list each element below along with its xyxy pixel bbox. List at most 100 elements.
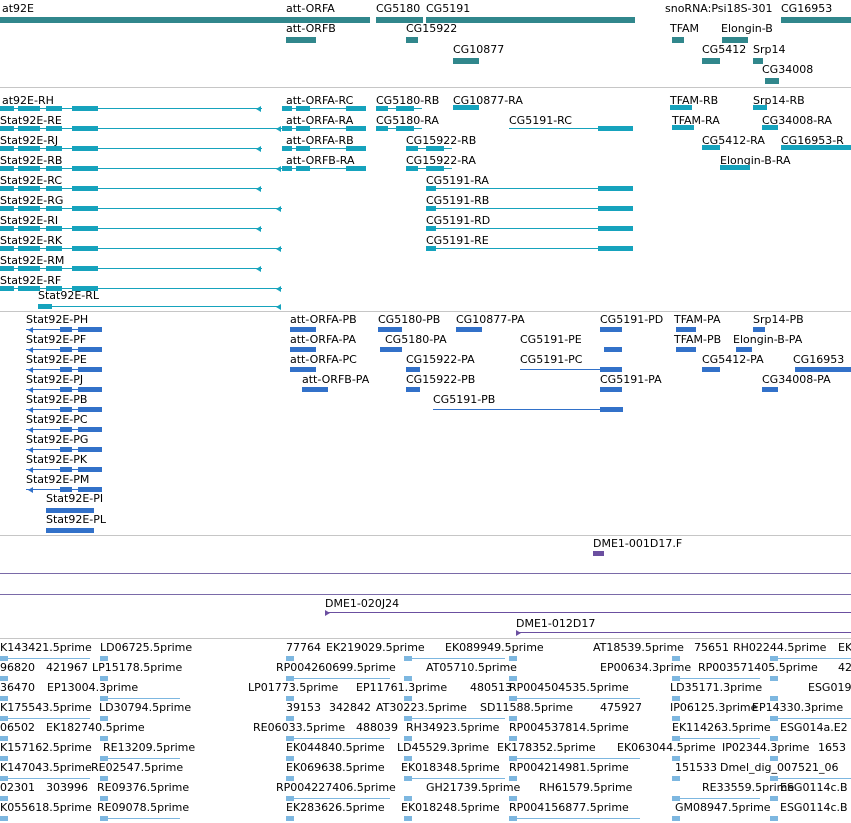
- feature-box[interactable]: [426, 246, 436, 251]
- feature-box[interactable]: [0, 126, 14, 131]
- est-feature[interactable]: [286, 816, 294, 821]
- feature-box[interactable]: [676, 347, 696, 352]
- est-feature[interactable]: [404, 816, 412, 821]
- feature-box[interactable]: [406, 367, 420, 372]
- feature-box[interactable]: [46, 126, 62, 131]
- feature-box[interactable]: [78, 407, 102, 412]
- feature-box[interactable]: [676, 327, 696, 332]
- feature-box[interactable]: [795, 367, 851, 372]
- feature-box[interactable]: [781, 145, 851, 150]
- feature-box[interactable]: [46, 266, 62, 271]
- feature-box[interactable]: [72, 146, 98, 151]
- feature-box[interactable]: [302, 387, 328, 392]
- feature-box[interactable]: [78, 387, 102, 392]
- feature-box[interactable]: [346, 166, 366, 171]
- est-feature[interactable]: [100, 816, 108, 821]
- feature-box[interactable]: [296, 166, 310, 171]
- feature-box[interactable]: [72, 226, 98, 231]
- feature-box[interactable]: [702, 145, 720, 150]
- gene-feature[interactable]: [406, 37, 418, 43]
- feature-box[interactable]: [46, 146, 62, 151]
- feature-box[interactable]: [0, 166, 14, 171]
- feature-box[interactable]: [0, 146, 14, 151]
- est-feature[interactable]: [672, 776, 680, 781]
- feature-box[interactable]: [46, 106, 62, 111]
- feature-box[interactable]: [46, 226, 62, 231]
- feature-box[interactable]: [753, 327, 765, 332]
- feature-box[interactable]: [396, 126, 414, 131]
- feature-box[interactable]: [762, 387, 778, 392]
- feature-box[interactable]: [426, 166, 444, 171]
- feature-box[interactable]: [60, 367, 72, 372]
- feature-box[interactable]: [0, 286, 14, 291]
- feature-box[interactable]: [78, 327, 102, 332]
- feature-box[interactable]: [18, 246, 40, 251]
- feature-box[interactable]: [346, 146, 366, 151]
- feature-box[interactable]: [60, 407, 72, 412]
- feature-box[interactable]: [378, 327, 402, 332]
- gene-feature[interactable]: [765, 78, 779, 84]
- feature-box[interactable]: [72, 106, 98, 111]
- feature-box[interactable]: [598, 226, 633, 231]
- feature-box[interactable]: [78, 427, 102, 432]
- est-feature[interactable]: [404, 776, 412, 781]
- feature-box[interactable]: [290, 367, 316, 372]
- est-feature[interactable]: [770, 796, 778, 801]
- feature-box[interactable]: [426, 206, 436, 211]
- feature-box[interactable]: [46, 206, 62, 211]
- feature-box[interactable]: [598, 186, 633, 191]
- feature-box[interactable]: [346, 106, 366, 111]
- feature-box[interactable]: [72, 246, 98, 251]
- feature-box[interactable]: [282, 126, 292, 131]
- feature-box[interactable]: [0, 206, 14, 211]
- feature-box[interactable]: [18, 206, 40, 211]
- feature-box[interactable]: [426, 146, 444, 151]
- feature-box[interactable]: [46, 246, 62, 251]
- gene-feature[interactable]: [672, 37, 684, 43]
- feature-box[interactable]: [0, 186, 14, 191]
- feature-box[interactable]: [72, 126, 98, 131]
- feature-box[interactable]: [18, 226, 40, 231]
- feature-box[interactable]: [18, 146, 40, 151]
- feature-box[interactable]: [46, 186, 62, 191]
- feature-box[interactable]: [346, 126, 366, 131]
- feature-box[interactable]: [282, 146, 292, 151]
- gene-feature[interactable]: [453, 58, 479, 64]
- genome-browser-viewport[interactable]: at92E att-ORFA att-ORFB CG5180 CG5191 CG15922…: [0, 0, 851, 823]
- est-feature[interactable]: [770, 716, 778, 721]
- feature-box[interactable]: [598, 206, 633, 211]
- feature-box[interactable]: [380, 347, 402, 352]
- feature-box[interactable]: [406, 166, 418, 171]
- feature-box[interactable]: [0, 106, 14, 111]
- gene-feature[interactable]: [0, 17, 283, 23]
- feature-box[interactable]: [60, 447, 72, 452]
- est-feature[interactable]: [509, 816, 517, 821]
- feature-box[interactable]: [406, 146, 418, 151]
- feature-box[interactable]: [736, 347, 752, 352]
- feature-box[interactable]: [60, 427, 72, 432]
- feature-box[interactable]: [376, 106, 388, 111]
- feature-box[interactable]: [78, 467, 102, 472]
- feature-box[interactable]: [0, 246, 14, 251]
- feature-box[interactable]: [604, 347, 622, 352]
- feature-box[interactable]: [396, 106, 414, 111]
- feature-box[interactable]: [720, 165, 750, 170]
- feature-box[interactable]: [762, 125, 778, 130]
- feature-box[interactable]: [18, 186, 40, 191]
- feature-box[interactable]: [18, 126, 40, 131]
- feature-box[interactable]: [78, 447, 102, 452]
- est-feature[interactable]: [404, 656, 412, 661]
- est-feature[interactable]: [770, 676, 778, 681]
- feature-box[interactable]: [670, 105, 692, 110]
- feature-box[interactable]: [290, 327, 316, 332]
- feature-box[interactable]: [376, 126, 388, 131]
- clone-feature[interactable]: [593, 551, 604, 556]
- est-feature[interactable]: [0, 816, 8, 821]
- feature-box[interactable]: [46, 166, 62, 171]
- feature-box[interactable]: [296, 146, 310, 151]
- feature-box[interactable]: [0, 226, 14, 231]
- feature-box[interactable]: [426, 226, 436, 231]
- feature-box[interactable]: [60, 327, 72, 332]
- feature-box[interactable]: [290, 347, 316, 352]
- feature-box[interactable]: [598, 126, 633, 131]
